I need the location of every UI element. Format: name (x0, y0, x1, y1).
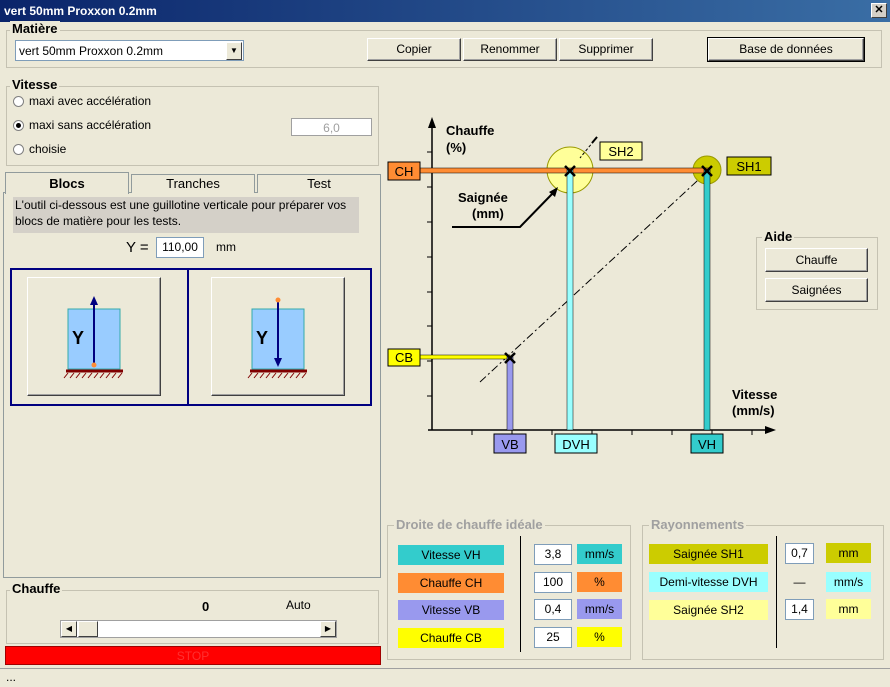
y-axis-unit: (%) (446, 140, 466, 155)
ray-row-1-value: — (793, 575, 806, 589)
sh1-label: SH1 (736, 159, 761, 174)
vb-bar (506, 356, 514, 431)
ray-row-1-name: Demi-vitesse DVH (649, 572, 768, 592)
aide-label: Aide (762, 229, 795, 244)
chauffe-label: Chauffe (10, 581, 63, 596)
tab-tranches[interactable]: Tranches (131, 174, 255, 193)
droite-row-3-name: Chauffe CB (398, 628, 504, 648)
cb-line (419, 354, 511, 360)
vitesse-radio-2[interactable] (13, 144, 24, 155)
ray-row-2-name: Saignée SH2 (649, 600, 768, 620)
droite-row-1-name: Chauffe CH (398, 573, 504, 593)
y-label: Y = (126, 239, 149, 256)
dvh-label: DVH (562, 437, 589, 452)
aide-chauffe-button[interactable]: Chauffe (765, 248, 868, 272)
droite-row-2-unit: mm/s (577, 599, 622, 619)
status-bar: ... (0, 668, 890, 687)
cut-down-icon: Y (247, 297, 307, 379)
matiere-label: Matière (10, 21, 60, 36)
stop-button[interactable]: STOP (5, 646, 381, 665)
status-text: ... (6, 670, 17, 684)
cut-up-button[interactable]: Y (27, 277, 161, 396)
ch-label: CH (395, 164, 414, 179)
ray-row-1-unit: mm/s (826, 572, 871, 592)
ideal-line (479, 168, 711, 383)
vitesse-option-1: maxi sans accélération (29, 118, 152, 132)
vitesse-radio-0[interactable] (13, 96, 24, 107)
scroll-thumb[interactable] (78, 621, 98, 637)
rename-button[interactable]: Renommer (463, 38, 557, 61)
tab-blocs[interactable]: Blocs (5, 172, 129, 194)
droite-row-3-unit: % (577, 627, 622, 647)
cut-up-icon: Y (63, 296, 123, 379)
matiere-select-value: vert 50mm Proxxon 0.2mm (19, 44, 164, 58)
chauffe-value: 0 (202, 599, 210, 614)
ray-row-0-unit: mm (826, 543, 871, 563)
vitesse-radio-1[interactable] (13, 120, 24, 131)
droite-row-2-name: Vitesse VB (398, 600, 504, 620)
guillotine-divider (187, 268, 189, 406)
scroll-right-icon[interactable]: ▶ (320, 621, 336, 637)
aide-saignees-button[interactable]: Saignées (765, 278, 868, 302)
y-axis-label: Chauffe (446, 123, 494, 138)
y-unit: mm (216, 240, 236, 254)
chauffe-scrollbar[interactable]: ◀ ▶ (60, 620, 337, 638)
droite-row-0-value[interactable]: 3,8 (534, 544, 572, 565)
sh2-pointer (591, 136, 598, 144)
droite-row-3-value[interactable]: 25 (534, 627, 572, 648)
droite-row-1-value[interactable]: 100 (534, 572, 572, 593)
x-axis-arrow (765, 426, 776, 434)
chevron-down-icon[interactable]: ▼ (226, 42, 242, 60)
close-button[interactable]: ✕ (871, 3, 887, 18)
window-title: vert 50mm Proxxon 0.2mm (0, 0, 890, 22)
vh-bar (703, 169, 711, 431)
cut-up-letter: Y (72, 328, 84, 348)
vb-label: VB (501, 437, 518, 452)
cb-label: CB (395, 350, 413, 365)
delete-button[interactable]: Supprimer (559, 38, 653, 61)
vh-label: VH (698, 437, 716, 452)
y-value-field[interactable]: 110,00 (156, 237, 204, 258)
scroll-left-icon[interactable]: ◀ (61, 621, 77, 637)
matiere-select[interactable]: vert 50mm Proxxon 0.2mm ▼ (15, 40, 244, 61)
cut-down-button[interactable]: Y (211, 277, 345, 396)
ray-row-2-value[interactable]: 1,4 (785, 599, 814, 620)
saignee-label: Saignée (458, 190, 508, 205)
chauffe-auto: Auto (286, 598, 311, 612)
x-axis-unit: (mm/s) (732, 403, 775, 418)
copy-button[interactable]: Copier (367, 38, 461, 61)
rayonnements-label: Rayonnements (649, 517, 747, 532)
droite-divider (520, 536, 521, 652)
sh2-label: SH2 (608, 144, 633, 159)
droite-row-2-value[interactable]: 0,4 (534, 599, 572, 620)
vitesse-value-field[interactable]: 6,0 (291, 118, 372, 136)
vitesse-option-2: choisie (29, 142, 67, 156)
dvh-bar (566, 169, 574, 431)
ray-row-2-unit: mm (826, 599, 871, 619)
x-axis-label: Vitesse (732, 387, 777, 402)
droite-row-1-unit: % (577, 572, 622, 592)
rayonnements-divider (776, 536, 777, 648)
vitesse-option-0: maxi avec accélération (29, 94, 152, 108)
droite-label: Droite de chauffe idéale (394, 517, 545, 532)
droite-row-0-name: Vitesse VH (398, 545, 504, 565)
tab-test[interactable]: Test (257, 174, 381, 193)
y-axis-arrow (428, 117, 436, 128)
ray-row-0-name: Saignée SH1 (649, 544, 768, 564)
saignee-unit: (mm) (472, 206, 504, 221)
vitesse-label: Vitesse (10, 77, 60, 92)
blocs-info: L'outil ci-dessous est une guillotine ve… (13, 197, 359, 233)
database-button[interactable]: Base de données (707, 37, 865, 62)
ch-line (419, 167, 711, 174)
cut-down-letter: Y (256, 328, 268, 348)
ray-row-0-value[interactable]: 0,7 (785, 543, 814, 564)
droite-row-0-unit: mm/s (577, 544, 622, 564)
